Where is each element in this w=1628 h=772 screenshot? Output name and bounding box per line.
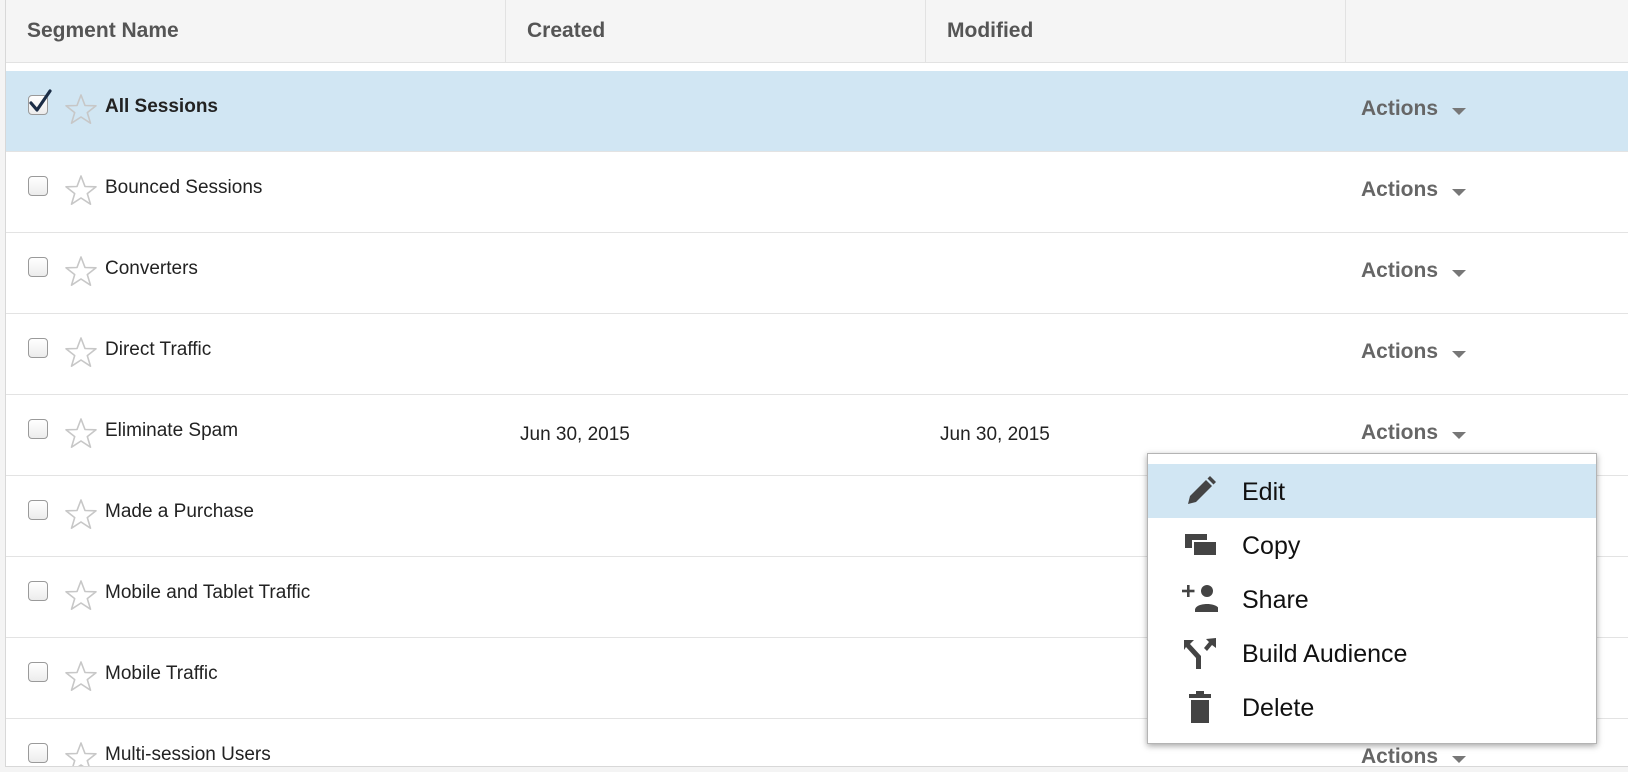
created-date: Jun 30, 2015: [520, 424, 630, 445]
actions-label: Actions: [1361, 421, 1439, 444]
row-checkbox[interactable]: [28, 176, 48, 196]
menu-item-copy[interactable]: Copy: [1148, 518, 1596, 572]
segment-name[interactable]: Direct Traffic: [105, 339, 211, 361]
menu-item-build-audience[interactable]: Build Audience: [1148, 626, 1596, 680]
table-row[interactable]: Bounced Sessions Actions: [6, 152, 1628, 233]
row-checkbox[interactable]: [28, 419, 48, 439]
actions-dropdown-menu: Edit Copy Share Build Audience Delete: [1147, 453, 1597, 744]
column-header-created[interactable]: Created: [506, 0, 926, 62]
star-icon[interactable]: [64, 497, 98, 531]
star-icon[interactable]: [64, 335, 98, 369]
menu-item-share[interactable]: Share: [1148, 572, 1596, 626]
star-icon[interactable]: [64, 740, 98, 766]
segment-name[interactable]: Mobile Traffic: [105, 663, 218, 685]
table-row[interactable]: Converters Actions: [6, 233, 1628, 314]
star-icon[interactable]: [64, 254, 98, 288]
column-header-modified[interactable]: Modified: [926, 0, 1346, 62]
actions-label: Actions: [1361, 97, 1439, 120]
copy-icon: [1182, 528, 1218, 562]
column-header-segment-name[interactable]: Segment Name: [6, 0, 506, 62]
table-header: Segment Name Created Modified: [6, 0, 1628, 63]
menu-item-label: Build Audience: [1242, 640, 1408, 668]
pencil-icon: [1182, 474, 1218, 508]
add-person-icon: [1182, 582, 1219, 616]
caret-down-icon: [1452, 755, 1467, 763]
caret-down-icon: [1452, 350, 1467, 358]
star-icon[interactable]: [64, 416, 98, 450]
actions-dropdown-button[interactable]: Actions: [1361, 745, 1467, 767]
caret-down-icon: [1452, 188, 1467, 196]
actions-dropdown-button[interactable]: Actions: [1361, 259, 1467, 283]
menu-item-edit[interactable]: Edit: [1148, 464, 1596, 518]
star-icon[interactable]: [64, 173, 98, 207]
merge-arrows-icon: [1182, 636, 1218, 670]
segment-name[interactable]: Bounced Sessions: [105, 177, 262, 199]
table-row[interactable]: All Sessions Actions: [6, 71, 1628, 152]
actions-label: Actions: [1361, 745, 1439, 767]
actions-label: Actions: [1361, 178, 1439, 201]
actions-dropdown-button[interactable]: Actions: [1361, 97, 1467, 121]
star-icon[interactable]: [64, 92, 98, 126]
actions-dropdown-button[interactable]: Actions: [1361, 178, 1467, 202]
row-checkbox[interactable]: [28, 500, 48, 520]
modified-date: Jun 30, 2015: [940, 424, 1050, 445]
menu-item-label: Delete: [1242, 694, 1315, 722]
menu-item-delete[interactable]: Delete: [1148, 680, 1596, 734]
actions-dropdown-button[interactable]: Actions: [1361, 340, 1467, 364]
segment-name[interactable]: Eliminate Spam: [105, 420, 238, 442]
segment-name[interactable]: Mobile and Tablet Traffic: [105, 582, 310, 604]
row-checkbox[interactable]: [28, 89, 52, 115]
menu-item-label: Share: [1242, 586, 1309, 614]
table-row[interactable]: Direct Traffic Actions: [6, 314, 1628, 395]
menu-item-label: Edit: [1242, 478, 1286, 506]
segment-name[interactable]: Made a Purchase: [105, 501, 254, 523]
column-header-actions: [1346, 0, 1628, 62]
caret-down-icon: [1452, 431, 1467, 439]
segment-name[interactable]: Multi-session Users: [105, 744, 271, 766]
actions-dropdown-button[interactable]: Actions: [1361, 421, 1467, 445]
row-checkbox[interactable]: [28, 581, 48, 601]
actions-label: Actions: [1361, 259, 1439, 282]
segment-name[interactable]: Converters: [105, 258, 198, 280]
row-checkbox[interactable]: [28, 743, 48, 763]
row-checkbox[interactable]: [28, 662, 48, 682]
row-checkbox[interactable]: [28, 338, 48, 358]
row-checkbox[interactable]: [28, 257, 48, 277]
star-icon[interactable]: [64, 578, 98, 612]
trash-icon: [1182, 690, 1218, 724]
segments-table-panel: Segment Name Created Modified All Sessio…: [5, 0, 1628, 767]
caret-down-icon: [1452, 107, 1467, 115]
menu-item-label: Copy: [1242, 532, 1301, 560]
star-icon[interactable]: [64, 659, 98, 693]
segment-name[interactable]: All Sessions: [105, 96, 218, 118]
actions-label: Actions: [1361, 340, 1439, 363]
caret-down-icon: [1452, 269, 1467, 277]
